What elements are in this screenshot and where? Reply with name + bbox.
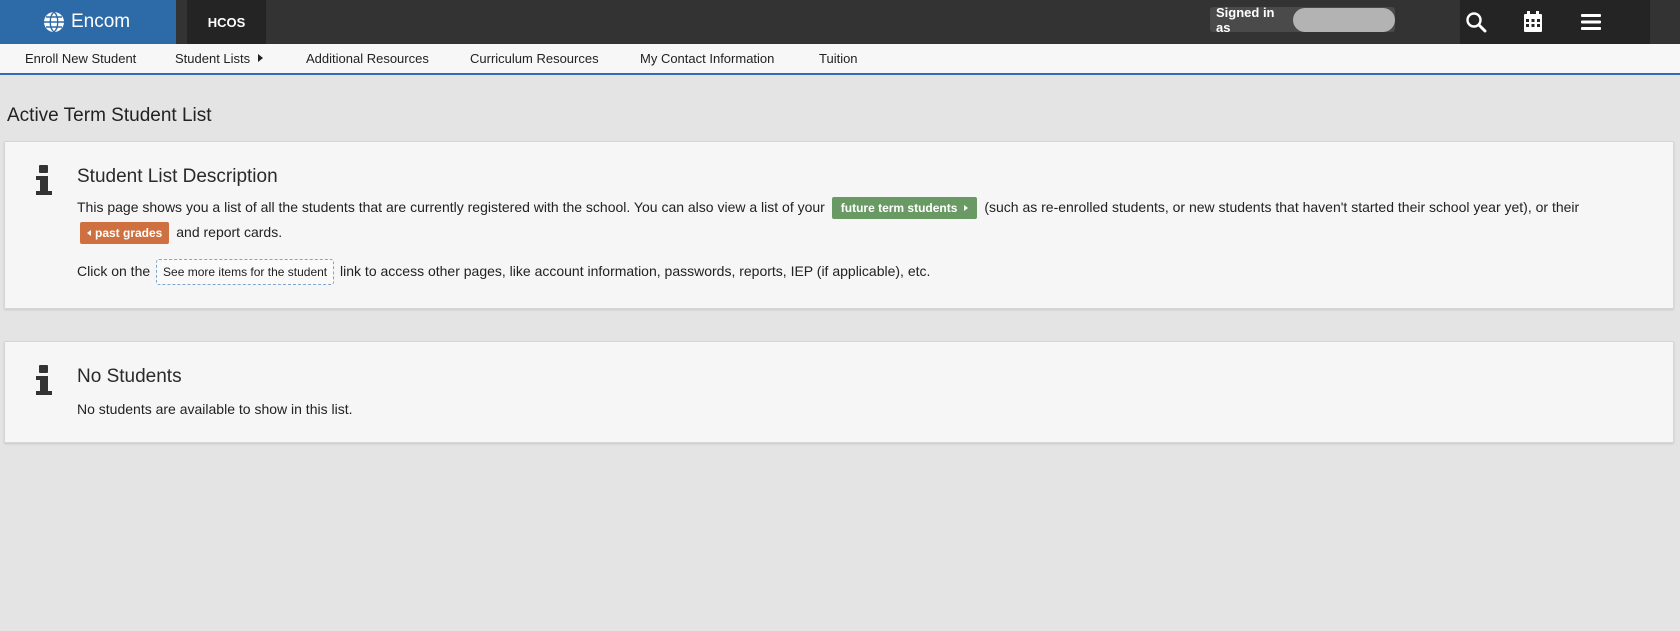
top-bar: Encom HCOS Signed in as [0, 0, 1680, 44]
future-term-students-label: future term students [840, 201, 958, 215]
signed-in-label: Signed in as [1216, 4, 1275, 35]
caret-right-icon [258, 54, 264, 62]
caret-left-icon [87, 230, 91, 236]
description-text-1: This page shows you a list of all the st… [77, 199, 825, 215]
description-text-3: and report cards. [176, 224, 283, 240]
nav-my-contact-information[interactable]: My Contact Information [640, 51, 774, 66]
past-grades-button[interactable]: past grades [80, 222, 170, 244]
future-term-students-button[interactable]: future term students [831, 197, 978, 219]
signed-in-badge[interactable]: Signed in as [1210, 4, 1395, 35]
main-nav: Enroll New Student Student Lists Additio… [0, 44, 1680, 75]
nav-tuition[interactable]: Tuition [819, 51, 858, 66]
instruction-text-2: link to access other pages, like account… [340, 263, 931, 279]
no-students-panel: No Students No students are available to… [4, 341, 1674, 443]
toolbar [1460, 0, 1650, 44]
student-list-description-panel: Student List Description This page shows… [4, 141, 1674, 309]
brand-logo[interactable]: Encom [0, 0, 176, 44]
info-icon [36, 165, 52, 195]
info-icon [36, 365, 52, 395]
globe-icon [43, 11, 65, 33]
page-title: Active Term Student List [7, 105, 212, 126]
see-more-items-link[interactable]: See more items for the student [156, 259, 335, 285]
brand-name: Encom [71, 11, 131, 32]
description-text-2: (such as re-enrolled students, or new st… [984, 199, 1580, 215]
description-paragraph: This page shows you a list of all the st… [77, 195, 1653, 245]
nav-student-lists-label: Student Lists [175, 51, 251, 66]
search-icon[interactable] [1460, 6, 1492, 38]
instruction-paragraph: Click on the See more items for the stud… [77, 259, 1653, 285]
nav-enroll-new-student[interactable]: Enroll New Student [25, 51, 136, 66]
panel-heading: Student List Description [77, 166, 278, 187]
instruction-text-1: Click on the [77, 263, 151, 279]
menu-icon[interactable] [1575, 6, 1607, 38]
calendar-icon[interactable] [1517, 6, 1549, 38]
no-students-text: No students are available to show in thi… [77, 401, 353, 417]
panel-heading: No Students [77, 366, 182, 387]
nav-additional-resources[interactable]: Additional Resources [306, 51, 429, 66]
nav-student-lists[interactable]: Student Lists [175, 51, 264, 66]
caret-right-icon [964, 205, 969, 211]
org-tab[interactable]: HCOS [187, 0, 266, 44]
user-name-redacted [1293, 7, 1395, 32]
nav-curriculum-resources[interactable]: Curriculum Resources [470, 51, 599, 66]
past-grades-label: past grades [95, 226, 163, 240]
